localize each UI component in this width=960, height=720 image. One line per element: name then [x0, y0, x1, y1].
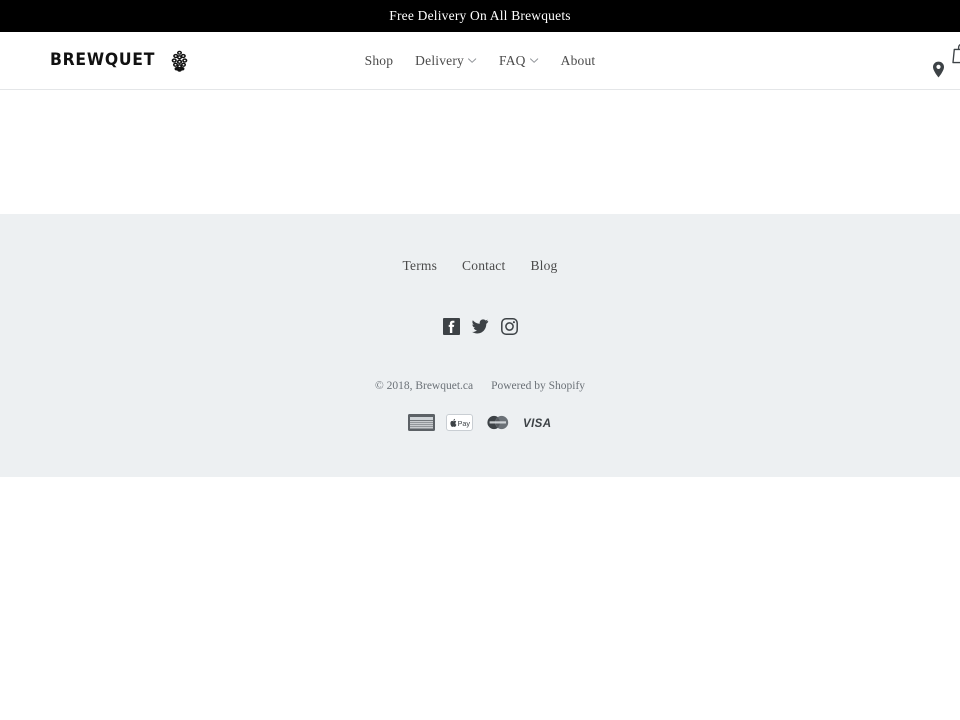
visa-icon: VISA	[522, 414, 552, 431]
chevron-down-icon	[530, 56, 539, 65]
main-navigation: Shop Delivery FAQ About	[365, 53, 596, 69]
nav-label-delivery: Delivery	[415, 52, 465, 68]
powered-by-shopify-link[interactable]: Powered by Shopify	[491, 380, 585, 392]
social-links	[0, 318, 960, 335]
nav-item-faq[interactable]: FAQ	[499, 53, 539, 69]
copyright-row: © 2018, Brewquet.ca Powered by Shopify	[0, 380, 960, 392]
nav-item-delivery[interactable]: Delivery	[415, 53, 477, 69]
hop-cone-icon	[171, 50, 188, 72]
chevron-down-icon	[468, 56, 477, 65]
twitter-icon[interactable]	[471, 318, 489, 335]
footer-link-contact[interactable]: Contact	[462, 258, 505, 274]
site-logo[interactable]: BREWQUET	[50, 50, 188, 72]
main-content-area	[0, 90, 960, 214]
mastercard-icon	[484, 414, 511, 431]
footer-navigation: Terms Contact Blog	[0, 258, 960, 274]
payment-methods: Pay VISA	[0, 414, 960, 431]
nav-label-about: About	[560, 52, 596, 68]
site-footer: Terms Contact Blog © 2018, Brewquet.ca P…	[0, 214, 960, 477]
svg-text:VISA: VISA	[523, 418, 551, 430]
copyright-text: © 2018, Brewquet.ca	[374, 380, 474, 392]
instagram-icon[interactable]	[500, 318, 518, 335]
location-pin-icon[interactable]	[932, 61, 945, 78]
logo-text: BREWQUET	[50, 50, 156, 70]
facebook-icon[interactable]	[442, 318, 460, 335]
nav-item-shop[interactable]: Shop	[365, 53, 394, 69]
nav-label-shop: Shop	[364, 52, 394, 68]
american-express-icon	[408, 414, 435, 431]
nav-label-faq: FAQ	[499, 52, 526, 68]
footer-link-blog[interactable]: Blog	[530, 258, 557, 274]
nav-item-about[interactable]: About	[561, 53, 596, 69]
announcement-text: Free Delivery On All Brewquets	[389, 8, 571, 23]
shopping-bag-icon[interactable]	[952, 43, 960, 64]
announcement-bar: Free Delivery On All Brewquets	[0, 0, 960, 32]
footer-link-terms[interactable]: Terms	[403, 258, 438, 274]
svg-text:Pay: Pay	[458, 419, 471, 428]
site-header: BREWQUET Shop Delivery FAQ About	[0, 32, 960, 90]
apple-pay-icon: Pay	[446, 414, 473, 431]
